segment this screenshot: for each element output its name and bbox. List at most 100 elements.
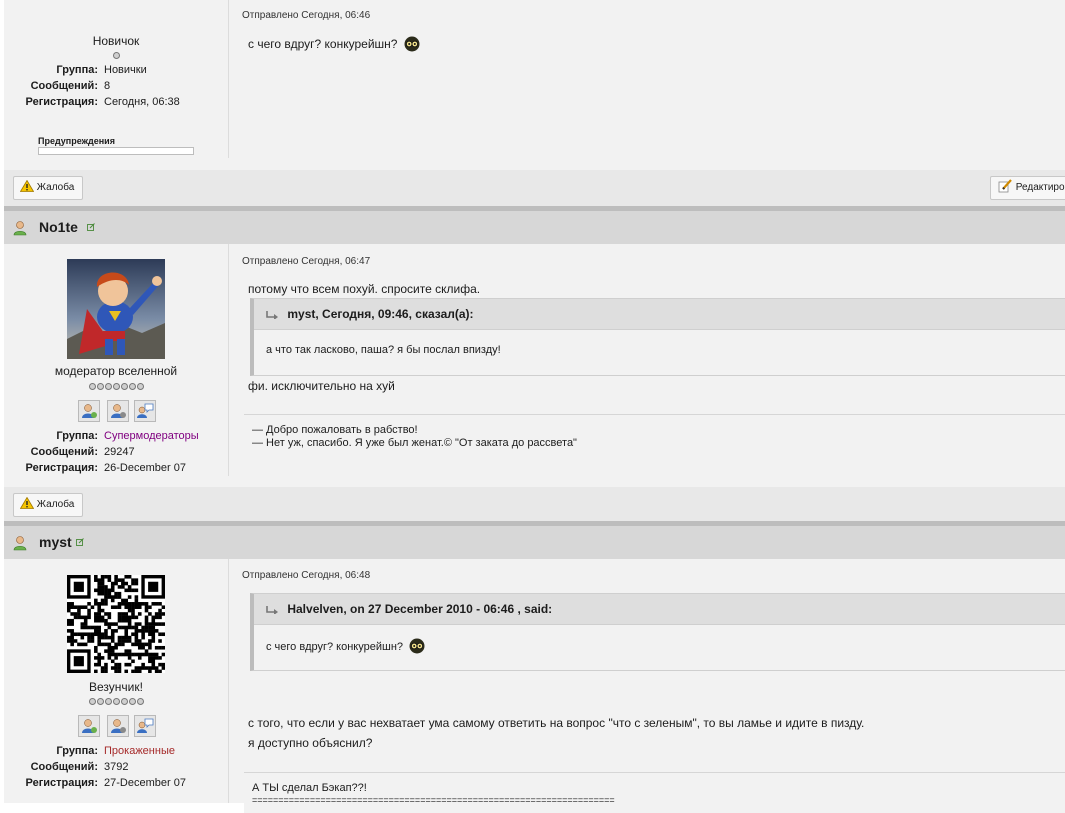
- edit-label: Редактировать: [1015, 182, 1065, 193]
- registration-value: Сегодня, 06:38: [104, 96, 180, 108]
- quote-block: Halvelven, on 27 December 2010 - 06:46 ,…: [250, 593, 1065, 671]
- report-button[interactable]: Жалоба: [13, 176, 84, 200]
- quote-body: а что так ласково, паша? я бы послал впи…: [266, 344, 501, 356]
- post-text-before: потому что всем похуй. спросите склифа.: [248, 282, 481, 296]
- post-text: с чего вдруг? конкурейшн?: [248, 36, 420, 52]
- send-message-button[interactable]: [134, 400, 156, 422]
- user-online-icon: [13, 536, 27, 551]
- quote-author: Halvelven, on 27 December 2010 - 06:46 ,…: [287, 602, 553, 616]
- qr-code-avatar[interactable]: [67, 575, 165, 673]
- group-value: Супермодераторы: [104, 430, 199, 442]
- member-rank: Новичок: [92, 34, 140, 48]
- warnings-label: Предупреждения: [38, 136, 115, 146]
- posts-label: Сообщений:: [30, 761, 98, 773]
- nerd-emoticon-icon: [404, 36, 420, 52]
- post-actions: Жалоба Редактировать: [4, 170, 1065, 206]
- report-label: Жалоба: [36, 499, 75, 510]
- signature-line: А ТЫ сделал Бэкап??!: [252, 782, 367, 794]
- posts-row: Сообщений: 3792: [4, 761, 228, 776]
- nerd-emoticon-icon: [409, 638, 425, 654]
- posts-label: Сообщений:: [30, 446, 98, 458]
- external-link-icon[interactable]: [87, 223, 95, 231]
- group-value: Новички: [104, 64, 147, 76]
- message-bubble-icon: [137, 718, 154, 733]
- post-header-myst: myst: [4, 521, 1065, 559]
- send-message-button[interactable]: [134, 715, 156, 737]
- rank-pips: [4, 383, 228, 392]
- view-profile-button[interactable]: [78, 400, 100, 422]
- rank-pips: [4, 698, 228, 707]
- quote-header: myst, Сегодня, 09:46, сказал(а):: [254, 299, 1065, 330]
- warnings-bar: [38, 147, 194, 155]
- registration-row: Регистрация: 27-December 07: [4, 777, 228, 792]
- message-bubble-icon: [137, 403, 154, 418]
- registration-label: Регистрация:: [25, 96, 98, 108]
- post-text-line: я доступно объяснил?: [248, 736, 373, 750]
- post-no1te: модератор вселенной Группа: Супермодерат…: [4, 244, 1065, 487]
- quote-body-text: с чего вдруг? конкурейшн?: [266, 641, 404, 653]
- signature-line: — Нет уж, спасибо. Я уже был женат.© "От…: [252, 437, 577, 449]
- post-text-after: фи. исключительно на хуй: [248, 379, 395, 393]
- registration-label: Регистрация:: [25, 462, 98, 474]
- group-value: Прокаженные: [104, 745, 175, 757]
- group-label: Группа:: [56, 745, 98, 757]
- registration-value: 26-December 07: [104, 462, 186, 474]
- quote-body: с чего вдруг? конкурейшн?: [254, 625, 1065, 654]
- registration-row: Регистрация: Сегодня, 06:38: [4, 96, 228, 111]
- report-label: Жалоба: [36, 182, 75, 193]
- user-profile-icon: [82, 719, 97, 733]
- edit-button[interactable]: Редактировать: [990, 176, 1065, 200]
- registration-label: Регистрация:: [25, 777, 98, 789]
- group-row: Группа: Новички: [4, 64, 228, 79]
- posts-row: Сообщений: 8: [4, 80, 228, 95]
- quote-arrow-icon: [266, 311, 278, 319]
- add-friend-icon: [111, 404, 126, 418]
- post-header-no1te: No1te: [4, 206, 1065, 244]
- quote-author: myst, Сегодня, 09:46, сказал(а):: [287, 307, 474, 321]
- external-link-icon[interactable]: [76, 538, 84, 546]
- registration-row: Регистрация: 26-December 07: [4, 462, 228, 477]
- post-text-content: с чего вдруг? конкурейшн?: [248, 37, 398, 51]
- group-label: Группа:: [56, 430, 98, 442]
- friend-button[interactable]: [107, 400, 129, 422]
- signature-line: ========================================…: [252, 795, 615, 805]
- user-online-icon: [13, 221, 27, 236]
- edit-pencil-icon: [998, 179, 1012, 193]
- post-myst: Везунчик! Группа: Прокаженные Сообщений:…: [4, 559, 1065, 813]
- group-row: Группа: Супермодераторы: [4, 430, 228, 445]
- rank-pips: [4, 52, 228, 61]
- post-actions: Жалоба: [4, 487, 1065, 523]
- signature-line: — Добро пожаловать в рабство!: [252, 424, 418, 436]
- friend-button[interactable]: [107, 715, 129, 737]
- posts-label: Сообщений:: [30, 80, 98, 92]
- group-row: Группа: Прокаженные: [4, 745, 228, 760]
- registration-value: 27-December 07: [104, 777, 186, 789]
- add-friend-icon: [111, 719, 126, 733]
- posts-value: 8: [104, 80, 111, 92]
- signature: — Добро пожаловать в рабство! — Нет уж, …: [244, 414, 1065, 464]
- posted-date: Отправлено Сегодня, 06:46: [242, 10, 371, 21]
- warning-icon: [19, 496, 35, 509]
- member-rank: Везунчик!: [89, 680, 143, 694]
- warning-icon: [19, 179, 35, 192]
- group-label: Группа:: [56, 64, 98, 76]
- author-sidebar: [4, 0, 229, 158]
- posts-value: 29247: [104, 446, 135, 458]
- posts-value: 3792: [104, 761, 129, 773]
- post-text-line: с того, что если у вас нехватает ума сам…: [248, 716, 865, 730]
- quote-block: myst, Сегодня, 09:46, сказал(а): а что т…: [250, 298, 1065, 376]
- signature: А ТЫ сделал Бэкап??! ===================…: [244, 772, 1065, 813]
- avatar[interactable]: [67, 259, 165, 359]
- post-halvelven: Новичок Группа: Новички Сообщений: 8 Рег…: [4, 0, 1065, 170]
- quote-arrow-icon: [266, 606, 278, 614]
- posts-row: Сообщений: 29247: [4, 446, 228, 461]
- quote-header: Halvelven, on 27 December 2010 - 06:46 ,…: [254, 594, 1065, 625]
- user-profile-icon: [82, 404, 97, 418]
- member-rank: модератор вселенной: [54, 364, 178, 378]
- report-button[interactable]: Жалоба: [13, 493, 84, 517]
- author-name[interactable]: myst: [39, 534, 72, 550]
- posted-date: Отправлено Сегодня, 06:48: [242, 570, 371, 581]
- posted-date: Отправлено Сегодня, 06:47: [242, 256, 371, 267]
- author-name[interactable]: No1te: [39, 219, 78, 235]
- view-profile-button[interactable]: [78, 715, 100, 737]
